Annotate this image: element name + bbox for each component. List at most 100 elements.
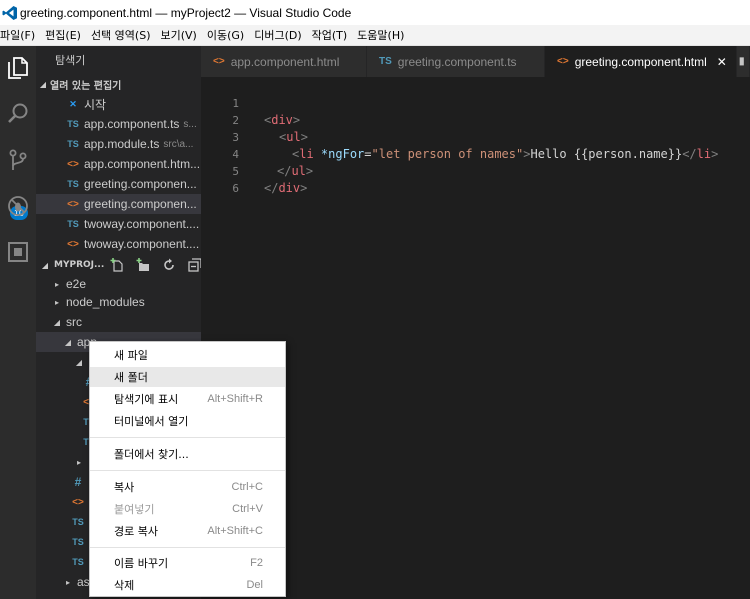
menu-copy[interactable]: 복사 Ctrl+C	[90, 477, 285, 497]
open-editor-item[interactable]: <> twoway.component....	[36, 234, 201, 254]
menu-bar: 파일(F) 편집(E) 선택 영역(S) 보기(V) 이동(G) 디버그(D) …	[0, 25, 750, 46]
tab-label: app.component.html	[230, 54, 340, 69]
open-editors-label: 열려 있는 편집기	[50, 80, 122, 92]
window-title: greeting.component.html — myProject2 — V…	[20, 5, 352, 20]
collapse-all-icon[interactable]	[182, 257, 201, 273]
code-line: 6	[201, 163, 750, 195]
project-header[interactable]: ◢ MYPROJ...	[36, 254, 201, 276]
file-name: twoway.component....	[84, 217, 200, 231]
folder-name: src	[66, 315, 82, 329]
html-file-icon: <>	[67, 238, 79, 250]
html-file-icon: <>	[557, 56, 569, 67]
line-number: 6	[232, 182, 239, 195]
title-bar: greeting.component.html — myProject2 — V…	[0, 0, 750, 25]
menu-go[interactable]: 이동(G)	[202, 27, 249, 43]
open-editor-item[interactable]: ✕ 시작	[36, 94, 201, 114]
menu-find-in-folder[interactable]: 폴더에서 찾기...	[90, 444, 285, 464]
new-file-icon[interactable]	[104, 257, 130, 273]
search-icon[interactable]	[0, 96, 36, 132]
menu-rename[interactable]: 이름 바꾸기 F2	[90, 553, 285, 573]
menu-open-in-terminal[interactable]: 터미널에서 열기	[90, 411, 285, 431]
menu-paste[interactable]: 붙여넣기 Ctrl+V	[90, 499, 285, 519]
source-control-icon[interactable]	[0, 142, 36, 178]
typescript-file-icon: TS	[67, 179, 79, 189]
menu-selection[interactable]: 선택 영역(S)	[86, 27, 156, 43]
tab-label: greeting.component.html	[574, 54, 707, 69]
open-editor-item-active[interactable]: <> greeting.componen...	[36, 194, 201, 214]
extensions-icon[interactable]	[0, 234, 36, 270]
code-line: 4 </ul>	[201, 129, 750, 178]
menu-separator	[90, 547, 285, 548]
tab-label: greeting.component.ts	[397, 54, 517, 69]
split-editor-icon: ▮	[739, 56, 745, 67]
menu-shortcut: F2	[250, 557, 263, 569]
open-editors-header[interactable]: ◢ 열려 있는 편집기	[36, 74, 201, 94]
menu-edit[interactable]: 편집(E)	[40, 27, 86, 43]
menu-view[interactable]: 보기(V)	[155, 27, 201, 43]
typescript-file-icon: TS	[379, 56, 392, 67]
open-editor-item[interactable]: TS twoway.component....	[36, 214, 201, 234]
close-icon[interactable]: ✕	[717, 55, 727, 69]
tab-app-component-html[interactable]: <> app.component.html	[201, 46, 367, 77]
menu-copy-path[interactable]: 경로 복사 Alt+Shift+C	[90, 521, 285, 541]
debug-icon[interactable]	[0, 188, 36, 224]
menu-label: 복사	[114, 481, 135, 494]
chevron-right-icon: ▸	[54, 297, 59, 307]
vscode-file-icon: ✕	[69, 98, 77, 109]
menu-label: 새 폴더	[114, 371, 148, 384]
typescript-file-icon: TS	[67, 139, 79, 149]
typescript-file-icon: TS	[67, 119, 79, 129]
tree-folder-src[interactable]: ◢ src	[36, 312, 201, 332]
menu-label: 탐색기에 표시	[114, 393, 179, 406]
tab-greeting-component-html[interactable]: <> greeting.component.html ✕	[545, 46, 737, 77]
open-editor-item[interactable]: TS greeting.componen...	[36, 174, 201, 194]
activity-bar: 10	[0, 46, 36, 599]
menu-new-folder[interactable]: 새 폴더	[90, 367, 285, 387]
token: </	[264, 181, 279, 195]
menu-label: 붙여넣기	[114, 503, 155, 516]
html-file-icon: <>	[213, 56, 225, 67]
css-file-icon: #	[74, 475, 82, 489]
file-name: app.module.ts	[84, 137, 160, 151]
chevron-down-icon: ◢	[39, 79, 47, 89]
menu-label: 새 파일	[114, 349, 148, 362]
menu-file[interactable]: 파일(F)	[0, 27, 40, 43]
html-file-icon: <>	[72, 496, 84, 508]
tree-folder-e2e[interactable]: ▸ e2e	[36, 276, 201, 292]
folder-name: as	[77, 575, 90, 589]
new-folder-icon[interactable]	[130, 257, 156, 273]
menu-separator	[90, 437, 285, 438]
menu-shortcut: Alt+Shift+R	[207, 393, 263, 405]
menu-tasks[interactable]: 작업(T)	[307, 27, 353, 43]
tree-folder-node-modules[interactable]: ▸ node_modules	[36, 292, 201, 312]
menu-label: 이름 바꾸기	[114, 557, 169, 570]
file-name: 시작	[84, 97, 107, 112]
menu-debug[interactable]: 디버그(D)	[249, 27, 306, 43]
chevron-down-icon: ◢	[41, 260, 49, 270]
open-editor-item[interactable]: TS app.component.ts s...	[36, 114, 201, 134]
chevron-right-icon: ▸	[65, 577, 70, 587]
file-path: s...	[183, 118, 197, 130]
folder-name: node_modules	[66, 295, 145, 309]
html-file-icon: <>	[67, 198, 79, 210]
open-editor-item[interactable]: <> app.component.htm...	[36, 154, 201, 174]
code-line: 3 <li *ngFor="let person of names">Hello…	[201, 112, 750, 161]
typescript-file-icon: TS	[72, 537, 84, 547]
file-name: greeting.componen...	[84, 177, 197, 191]
menu-shortcut: Ctrl+V	[232, 503, 263, 515]
menu-label: 터미널에서 열기	[114, 415, 189, 428]
open-editor-item[interactable]: TS app.module.ts src\a...	[36, 134, 201, 154]
file-name: greeting.componen...	[84, 197, 197, 211]
chevron-down-icon: ◢	[75, 357, 83, 367]
code-line: 2 <ul>	[201, 95, 750, 144]
menu-new-file[interactable]: 새 파일	[90, 345, 285, 365]
menu-reveal-in-explorer[interactable]: 탐색기에 표시 Alt+Shift+R	[90, 389, 285, 409]
menu-help[interactable]: 도움말(H)	[352, 27, 409, 43]
tab-greeting-component-ts[interactable]: TS greeting.component.ts	[367, 46, 545, 77]
menu-delete[interactable]: 삭제 Del	[90, 575, 285, 595]
folder-name: e2e	[66, 277, 87, 291]
explorer-icon[interactable]	[0, 50, 36, 86]
refresh-icon[interactable]	[156, 257, 182, 273]
token: div	[278, 181, 301, 195]
tab-overflow[interactable]: ▮	[737, 46, 750, 77]
